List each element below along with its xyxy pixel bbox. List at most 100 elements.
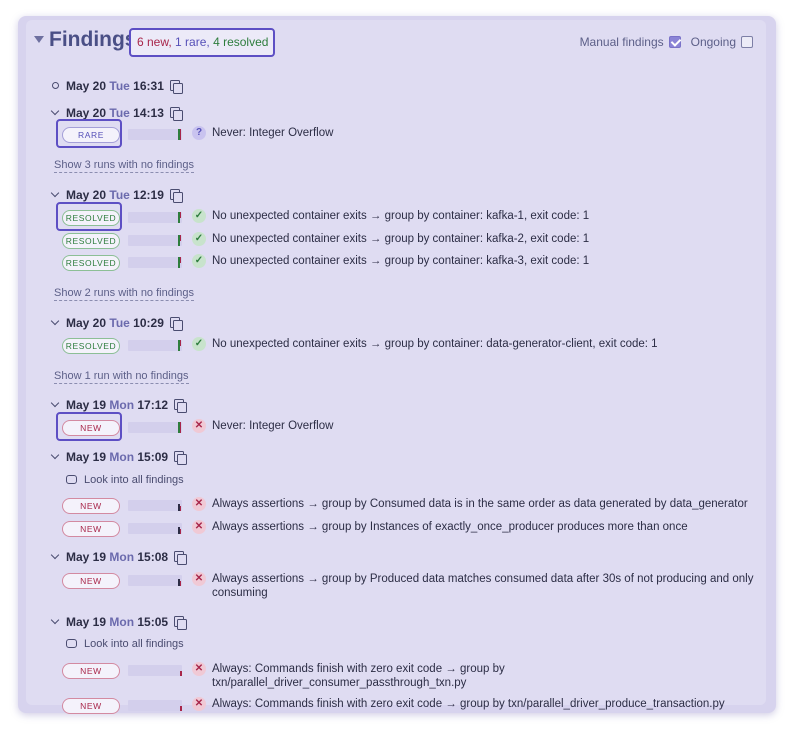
- finding-text[interactable]: No unexpected container exits → group by…: [212, 232, 757, 246]
- check-icon: ✓: [192, 232, 206, 246]
- look-into-findings-link[interactable]: Look into all findings: [66, 638, 184, 650]
- history-tick: [180, 706, 182, 711]
- finding-row[interactable]: RARE ? Never: Integer Overflow: [56, 119, 762, 148]
- finding-text[interactable]: No unexpected container exits → group by…: [212, 254, 757, 268]
- finding-row[interactable]: NEW ✕ Always: Commands finish with zero …: [62, 697, 762, 715]
- history-bar[interactable]: [128, 575, 182, 586]
- show-runs-link[interactable]: Show 1 run with no findings: [54, 370, 189, 384]
- run-header[interactable]: May 19 Mon 15:05: [50, 615, 188, 630]
- run-header[interactable]: May 19 Mon 15:09: [50, 450, 188, 465]
- status-badge: RESOLVED: [62, 233, 120, 249]
- show-runs-link[interactable]: Show 2 runs with no findings: [54, 287, 195, 301]
- status-badge: NEW: [62, 420, 120, 436]
- chevron-down-icon: [50, 106, 60, 116]
- history-tick: [180, 581, 181, 586]
- check-icon: ✓: [192, 254, 206, 268]
- chevron-down-icon: [50, 188, 60, 198]
- x-icon: ✕: [192, 520, 206, 534]
- chevron-down-icon: [50, 550, 60, 560]
- findings-header: Findings 6 new, 1 rare, 4 resolved Manua…: [26, 20, 766, 62]
- finding-row[interactable]: NEW ✕ Always assertions → group by Consu…: [62, 497, 762, 515]
- finding-row[interactable]: RESOLVED ✓ No unexpected container exits…: [62, 254, 762, 272]
- findings-card: Findings 6 new, 1 rare, 4 resolved Manua…: [18, 16, 776, 715]
- history-bar[interactable]: [128, 665, 182, 676]
- finding-row[interactable]: NEW ✕ Never: Integer Overflow: [56, 412, 762, 441]
- look-into-findings-link[interactable]: Look into all findings: [66, 474, 184, 486]
- finding-row[interactable]: NEW ✕ Always assertions → group by Insta…: [62, 520, 762, 538]
- history-bar[interactable]: [128, 422, 182, 433]
- history-bar[interactable]: [128, 340, 182, 351]
- manual-findings-label: Manual findings: [579, 34, 664, 49]
- look-icon: [66, 475, 77, 484]
- summary-new-count[interactable]: 6 new,: [137, 35, 172, 49]
- copy-icon[interactable]: [169, 189, 183, 203]
- status-badge: RESOLVED: [62, 338, 120, 354]
- finding-text[interactable]: Never: Integer Overflow: [212, 126, 757, 140]
- history-tick: [180, 129, 181, 140]
- show-runs-link[interactable]: Show 3 runs with no findings: [54, 159, 195, 173]
- check-icon: ✓: [192, 209, 206, 223]
- status-badge: NEW: [62, 663, 120, 679]
- x-icon: ✕: [192, 419, 206, 433]
- copy-icon[interactable]: [174, 551, 188, 565]
- x-icon: ✕: [192, 497, 206, 511]
- x-icon: ✕: [192, 662, 206, 676]
- collapse-caret-icon[interactable]: [34, 36, 44, 43]
- finding-row[interactable]: NEW ✕ Always: Commands finish with zero …: [62, 662, 762, 692]
- finding-row[interactable]: RESOLVED ✓ No unexpected container exits…: [62, 337, 762, 355]
- status-badge: RESOLVED: [62, 255, 120, 271]
- ongoing-checkbox[interactable]: [741, 35, 753, 48]
- history-bar[interactable]: [128, 257, 182, 268]
- summary-resolved-count[interactable]: 4 resolved: [213, 35, 268, 49]
- finding-text[interactable]: Always assertions → group by Produced da…: [212, 572, 757, 600]
- history-tick: [180, 529, 181, 534]
- history-tick: [180, 235, 181, 241]
- copy-icon[interactable]: [169, 107, 183, 121]
- page-title: Findings: [49, 28, 137, 51]
- history-tick: [180, 212, 181, 218]
- finding-text[interactable]: Always: Commands finish with zero exit c…: [212, 662, 542, 690]
- finding-text[interactable]: Always: Commands finish with zero exit c…: [212, 697, 757, 711]
- finding-row[interactable]: RESOLVED ✓ No unexpected container exits…: [56, 202, 762, 231]
- finding-row[interactable]: RESOLVED ✓ No unexpected container exits…: [62, 232, 762, 250]
- run-header[interactable]: May 20 Tue 14:13: [50, 106, 183, 121]
- history-bar[interactable]: [128, 235, 182, 246]
- copy-icon[interactable]: [174, 451, 188, 465]
- finding-text[interactable]: No unexpected container exits → group by…: [212, 337, 757, 351]
- finding-text[interactable]: Never: Integer Overflow: [212, 419, 757, 433]
- run-header[interactable]: May 20 Tue 12:19: [50, 188, 183, 203]
- finding-row[interactable]: NEW ✕ Always assertions → group by Produ…: [62, 572, 762, 602]
- x-icon: ✕: [192, 572, 206, 586]
- run-header[interactable]: May 19 Mon 15:08: [50, 550, 188, 565]
- header-filters: Manual findings Ongoing: [580, 34, 753, 49]
- summary-rare-count[interactable]: 1 rare,: [175, 35, 210, 49]
- history-tick: [180, 671, 182, 676]
- history-bar[interactable]: [128, 212, 182, 223]
- check-icon: ✓: [192, 337, 206, 351]
- chevron-down-icon: [50, 316, 60, 326]
- history-bar[interactable]: [128, 500, 182, 511]
- copy-icon[interactable]: [169, 80, 183, 94]
- status-badge: NEW: [62, 521, 120, 537]
- run-header[interactable]: May 19 Mon 17:12: [50, 398, 188, 413]
- copy-icon[interactable]: [169, 317, 183, 331]
- run-header[interactable]: May 20 Tue 16:31: [52, 79, 183, 94]
- findings-summary: 6 new, 1 rare, 4 resolved: [129, 28, 275, 57]
- run-header[interactable]: May 20 Tue 10:29: [50, 316, 183, 331]
- finding-text[interactable]: No unexpected container exits → group by…: [212, 209, 757, 223]
- status-badge: NEW: [62, 698, 120, 714]
- status-badge: RESOLVED: [62, 210, 120, 226]
- question-icon: ?: [192, 126, 206, 140]
- finding-text[interactable]: Always assertions → group by Consumed da…: [212, 497, 757, 511]
- manual-findings-checkbox[interactable]: [668, 35, 681, 48]
- history-tick: [180, 340, 181, 346]
- copy-icon[interactable]: [174, 616, 188, 630]
- history-bar[interactable]: [128, 700, 182, 711]
- copy-icon[interactable]: [174, 399, 188, 413]
- history-bar[interactable]: [128, 523, 182, 534]
- history-bar[interactable]: [128, 129, 182, 140]
- chevron-down-icon: [50, 450, 60, 460]
- history-tick: [180, 422, 181, 433]
- circle-icon: [52, 82, 59, 89]
- finding-text[interactable]: Always assertions → group by Instances o…: [212, 520, 757, 534]
